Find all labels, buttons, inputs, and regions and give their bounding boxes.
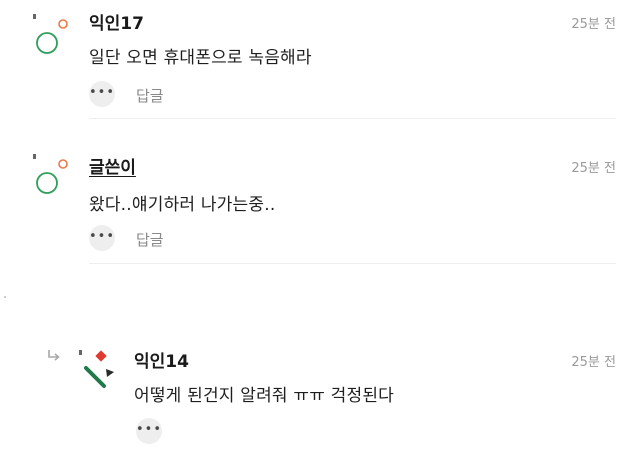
comment-text: 일단 오면 휴대폰으로 녹음해라 (89, 48, 312, 68)
comment-item: 익인17 25분 전 일단 오면 휴대폰으로 녹음해라 ••• 답글 (0, 0, 644, 120)
timestamp: 25분 전 (571, 355, 616, 370)
more-dots-icon: ••• (89, 228, 116, 244)
comment-thread: 익인17 25분 전 일단 오면 휴대폰으로 녹음해라 ••• 답글 글쓴이 2… (0, 0, 644, 455)
more-dots-icon: ••• (136, 421, 163, 437)
username[interactable]: 글쓴이 (89, 153, 136, 178)
reply-button[interactable]: 답글 (136, 229, 164, 250)
reply-comment-item: 익인14 25분 전 어떻게 된건지 알려줘 ㅠㅠ 걱정된다 ••• (0, 336, 644, 455)
more-dots-icon: ••• (89, 84, 116, 100)
circle-avatar-icon[interactable] (32, 152, 72, 196)
divider (89, 118, 616, 119)
reply-button[interactable]: 답글 (136, 85, 164, 106)
comment-text: 어떻게 된건지 알려줘 ㅠㅠ 걱정된다 (134, 386, 395, 406)
timestamp: 25분 전 (571, 161, 616, 176)
reply-arrow-icon (46, 348, 62, 362)
more-options-button[interactable]: ••• (136, 418, 162, 444)
shapes-avatar-icon[interactable] (78, 346, 120, 392)
username[interactable]: 익인17 (89, 9, 144, 34)
username[interactable]: 익인14 (134, 347, 189, 372)
more-options-button[interactable]: ••• (89, 225, 115, 251)
more-options-button[interactable]: ••• (89, 81, 115, 107)
comment-item: 글쓴이 25분 전 왔다..얘기하러 나가는중.. ••• 답글 (0, 140, 644, 265)
divider (89, 263, 616, 264)
stray-dot (4, 296, 6, 298)
timestamp: 25분 전 (571, 17, 616, 32)
circle-avatar-icon[interactable] (32, 12, 72, 56)
comment-text: 왔다..얘기하러 나가는중.. (89, 195, 276, 215)
